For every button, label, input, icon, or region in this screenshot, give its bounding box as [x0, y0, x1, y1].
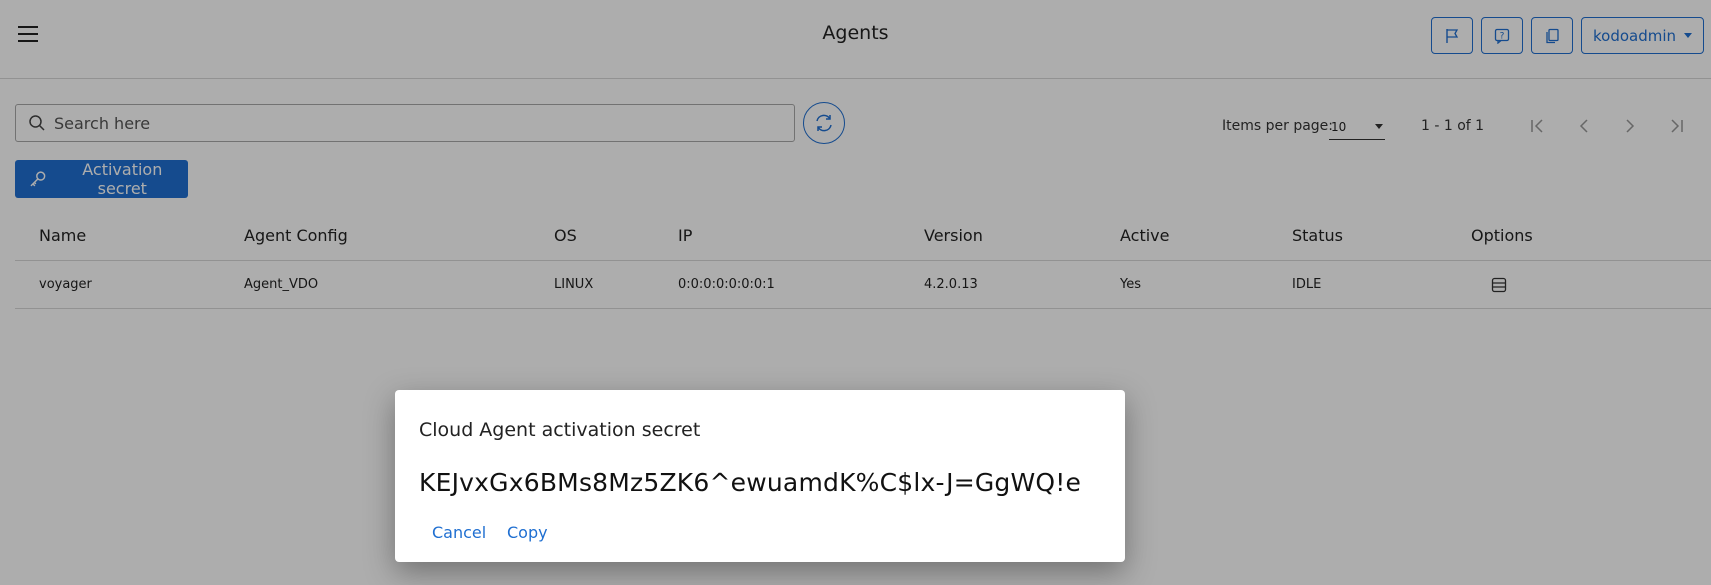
cancel-button[interactable]: Cancel — [432, 523, 486, 542]
copy-secret-button[interactable]: Copy — [507, 523, 548, 542]
dialog-title: Cloud Agent activation secret — [419, 419, 701, 441]
activation-secret-value: KEJvxGx6BMs8Mz5ZK6^ewuamdK%C$lx-J=GgWQ!e — [419, 468, 1082, 497]
activation-secret-dialog: Cloud Agent activation secret KEJvxGx6BM… — [395, 390, 1125, 562]
